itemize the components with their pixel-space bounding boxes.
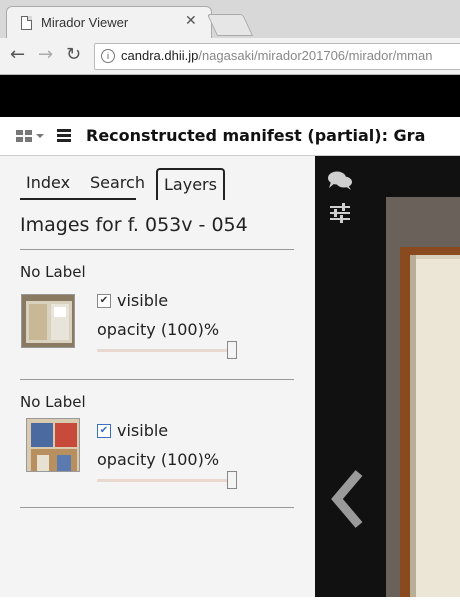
opacity-label: opacity (100)% xyxy=(97,450,220,469)
back-button[interactable]: ← xyxy=(10,44,25,66)
visible-checkbox[interactable]: ✔ xyxy=(97,424,111,438)
url-text: candra.dhii.jp/nagasaki/mirador201706/mi… xyxy=(121,48,432,63)
url-input[interactable]: i candra.dhii.jp/nagasaki/mirador201706/… xyxy=(94,43,460,70)
divider xyxy=(20,249,294,250)
layer-thumbnail[interactable] xyxy=(26,418,80,472)
divider xyxy=(20,507,294,508)
manuscript-image xyxy=(386,197,460,597)
opacity-slider[interactable] xyxy=(97,479,229,482)
sidebar-panel: Index Search Layers Images for f. 053v -… xyxy=(0,156,315,597)
sliders-icon[interactable] xyxy=(329,203,351,223)
layer-label: No Label xyxy=(20,263,86,281)
comments-icon[interactable] xyxy=(327,170,353,192)
menu-icon[interactable] xyxy=(57,129,71,142)
tab-layers[interactable]: Layers xyxy=(156,168,225,200)
image-viewer[interactable] xyxy=(315,156,460,597)
tab-search[interactable]: Search xyxy=(90,168,145,198)
chevron-left-icon[interactable] xyxy=(329,469,365,529)
images-heading: Images for f. 053v - 054 xyxy=(20,214,248,236)
visible-label: visible xyxy=(117,421,169,440)
visible-label: visible xyxy=(117,291,169,310)
info-icon[interactable]: i xyxy=(101,49,115,63)
opacity-slider-handle[interactable] xyxy=(227,341,237,359)
illuminated-page-thumbnail-icon xyxy=(27,419,79,471)
page-favicon-icon xyxy=(21,16,32,30)
new-tab-button[interactable] xyxy=(206,14,254,36)
manifest-title: Reconstructed manifest (partial): Gra xyxy=(86,126,426,145)
manuscript-book-image xyxy=(386,197,460,597)
chevron-down-icon[interactable] xyxy=(36,134,44,138)
url-path: /nagasaki/mirador201706/mirador/mman xyxy=(198,48,433,63)
mirador-top-bar xyxy=(0,75,460,117)
url-host: candra.dhii.jp xyxy=(121,48,199,63)
tab-index[interactable]: Index xyxy=(26,168,70,198)
forward-button[interactable]: → xyxy=(38,44,53,66)
manuscript-thumbnail-icon xyxy=(22,295,74,347)
visible-checkbox[interactable]: ✔ xyxy=(97,294,111,308)
close-tab-icon[interactable]: ✕ xyxy=(185,13,197,29)
window-header: Reconstructed manifest (partial): Gra xyxy=(0,117,460,156)
layout-grid-icon[interactable] xyxy=(16,130,34,142)
layer-thumbnail[interactable] xyxy=(21,294,75,348)
browser-tab[interactable]: Mirador Viewer ✕ xyxy=(6,6,212,39)
address-bar-row: ← → ↻ i candra.dhii.jp/nagasaki/mirador2… xyxy=(0,38,460,75)
opacity-label: opacity (100)% xyxy=(97,320,220,339)
opacity-slider-handle[interactable] xyxy=(227,471,237,489)
opacity-slider[interactable] xyxy=(97,349,229,352)
tabs-underline xyxy=(20,198,136,200)
layer-label: No Label xyxy=(20,393,86,411)
divider xyxy=(20,379,294,380)
reload-button[interactable]: ↻ xyxy=(66,44,81,66)
browser-tab-title: Mirador Viewer xyxy=(41,15,129,30)
browser-tab-strip: Mirador Viewer ✕ xyxy=(0,0,460,39)
